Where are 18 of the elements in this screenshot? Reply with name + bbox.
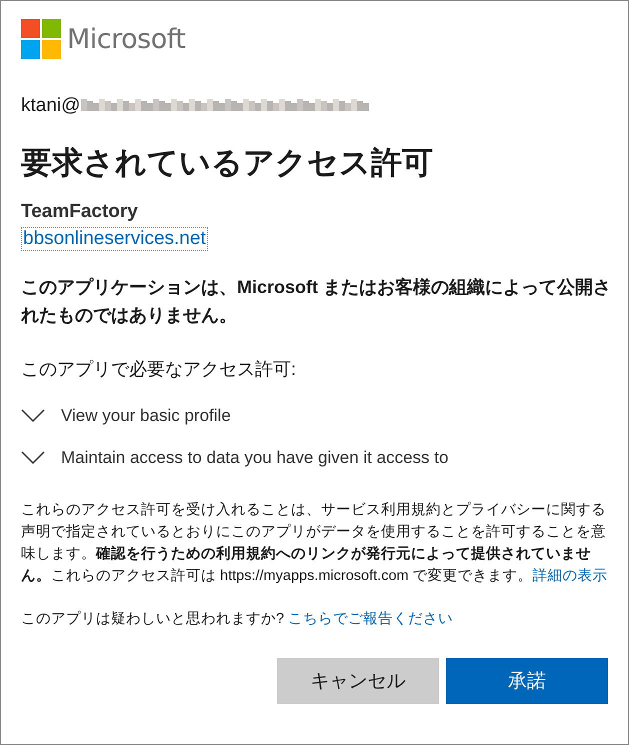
report-question: このアプリは疑わしいと思われますか?: [21, 611, 284, 627]
publisher-link[interactable]: bbsonlineservices.net: [21, 227, 208, 251]
page-title: 要求されているアクセス許可: [21, 144, 434, 182]
account-email: ktani@: [21, 95, 80, 117]
cancel-button[interactable]: キャンセル: [277, 658, 439, 704]
chevron-icon: [21, 409, 45, 423]
permissions-heading: このアプリで必要なアクセス許可:: [21, 358, 298, 381]
warning-text: このアプリケーションは、Microsoft またはお客様の組織によって公開されたものではありません。: [21, 276, 611, 327]
details-link[interactable]: 詳細の表示: [532, 568, 608, 584]
report-link[interactable]: こちらでご報告ください: [288, 611, 454, 627]
permission-item[interactable]: Maintain access to data you have given it access to: [21, 437, 608, 479]
app-name: TeamFactory: [21, 201, 139, 223]
chevron-icon: [21, 451, 45, 465]
accept-button[interactable]: 承諾: [446, 658, 608, 704]
brand-name: Microsoft: [67, 24, 186, 54]
permission-item[interactable]: View your basic profile: [21, 395, 608, 437]
logo-icon: [21, 19, 61, 59]
notice-text: これらのアクセス許可を受け入れることは、サービス利用規約とプライバシーに関する声明で指定されているとおりにこのアプリがデータを使用することを許可することを意味します。確認を行うための利用規約へのリンクが発行元によって提供されていません。これらのアクセス許可は https://myapps.microsoft.com で変更できます。詳細の表示: [21, 500, 608, 586]
